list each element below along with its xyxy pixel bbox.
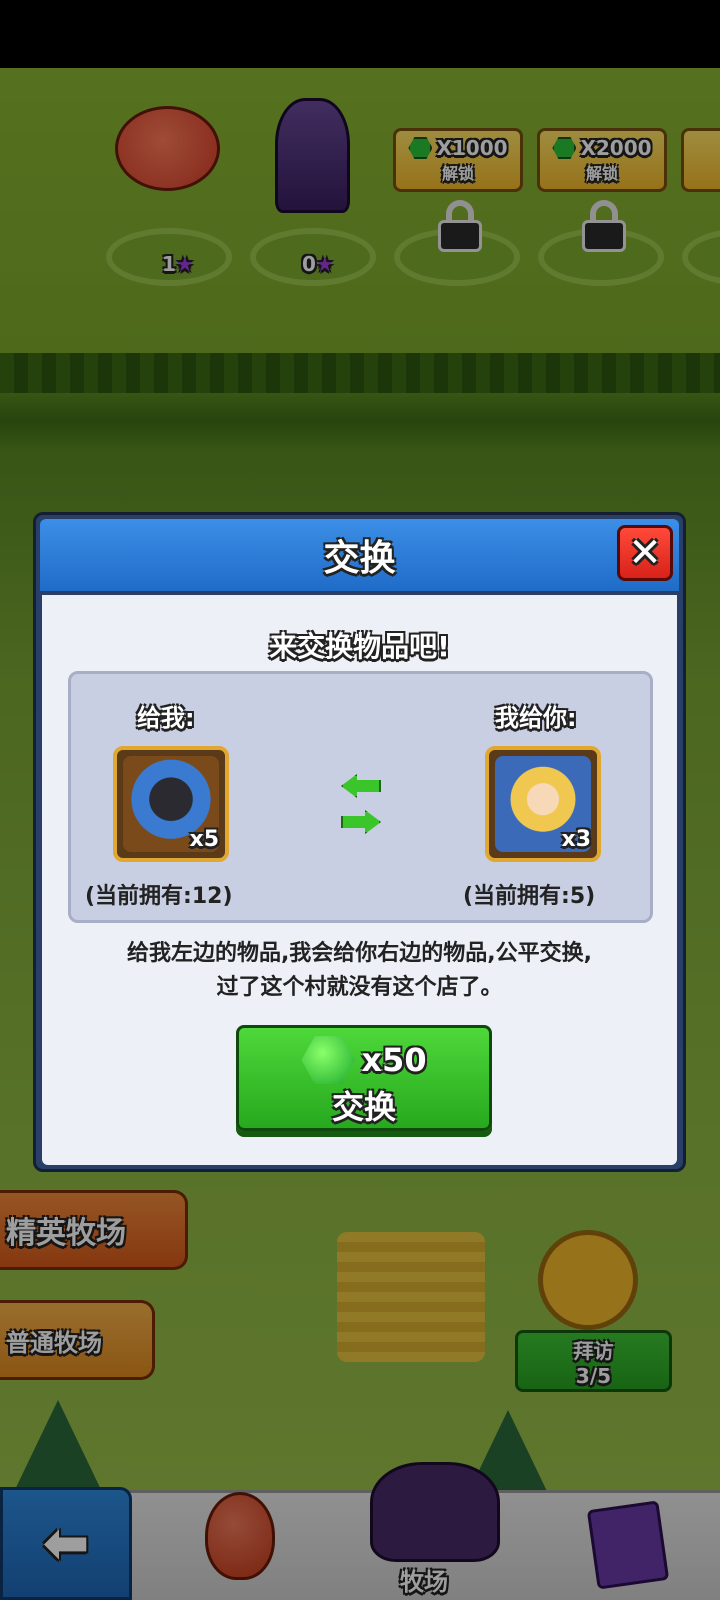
give-owned-count: (当前拥有:12) bbox=[85, 884, 233, 909]
get-label: 我给你: bbox=[495, 704, 577, 732]
get-owned-count: (当前拥有:5) bbox=[463, 884, 596, 909]
trade-cost: x50 bbox=[361, 1041, 427, 1079]
give-item-tile[interactable]: x5 bbox=[113, 746, 229, 862]
exchange-dialog: 交换 ✕ 来交换物品吧! 给我: 我给你: x5 x3 (当前拥有:12) (当… bbox=[33, 512, 686, 1172]
trade-panel: 给我: 我给你: x5 x3 (当前拥有:12) (当前拥有:5) bbox=[68, 671, 653, 923]
trade-button-label: 交换 bbox=[331, 1088, 396, 1126]
close-button[interactable]: ✕ bbox=[617, 525, 673, 581]
swap-arrows-icon bbox=[341, 774, 385, 844]
dialog-header: 交换 bbox=[40, 519, 679, 591]
give-item-qty: x5 bbox=[189, 827, 220, 852]
gem-icon bbox=[301, 1036, 356, 1084]
trade-button[interactable]: x50 交换 bbox=[236, 1025, 492, 1131]
get-item-qty: x3 bbox=[561, 827, 592, 852]
trade-description: 给我左边的物品,我会给你右边的物品,公平交换, 过了这个村就没有这个店了。 bbox=[126, 941, 593, 1000]
get-item-tile[interactable]: x3 bbox=[485, 746, 601, 862]
dialog-subtitle: 来交换物品吧! bbox=[269, 630, 450, 663]
close-icon: ✕ bbox=[628, 530, 662, 576]
dialog-body: 来交换物品吧! 给我: 我给你: x5 x3 (当前拥有:12) (当前拥有:5… bbox=[42, 595, 677, 1165]
give-label: 给我: bbox=[137, 704, 195, 732]
dialog-title: 交换 bbox=[323, 538, 396, 579]
